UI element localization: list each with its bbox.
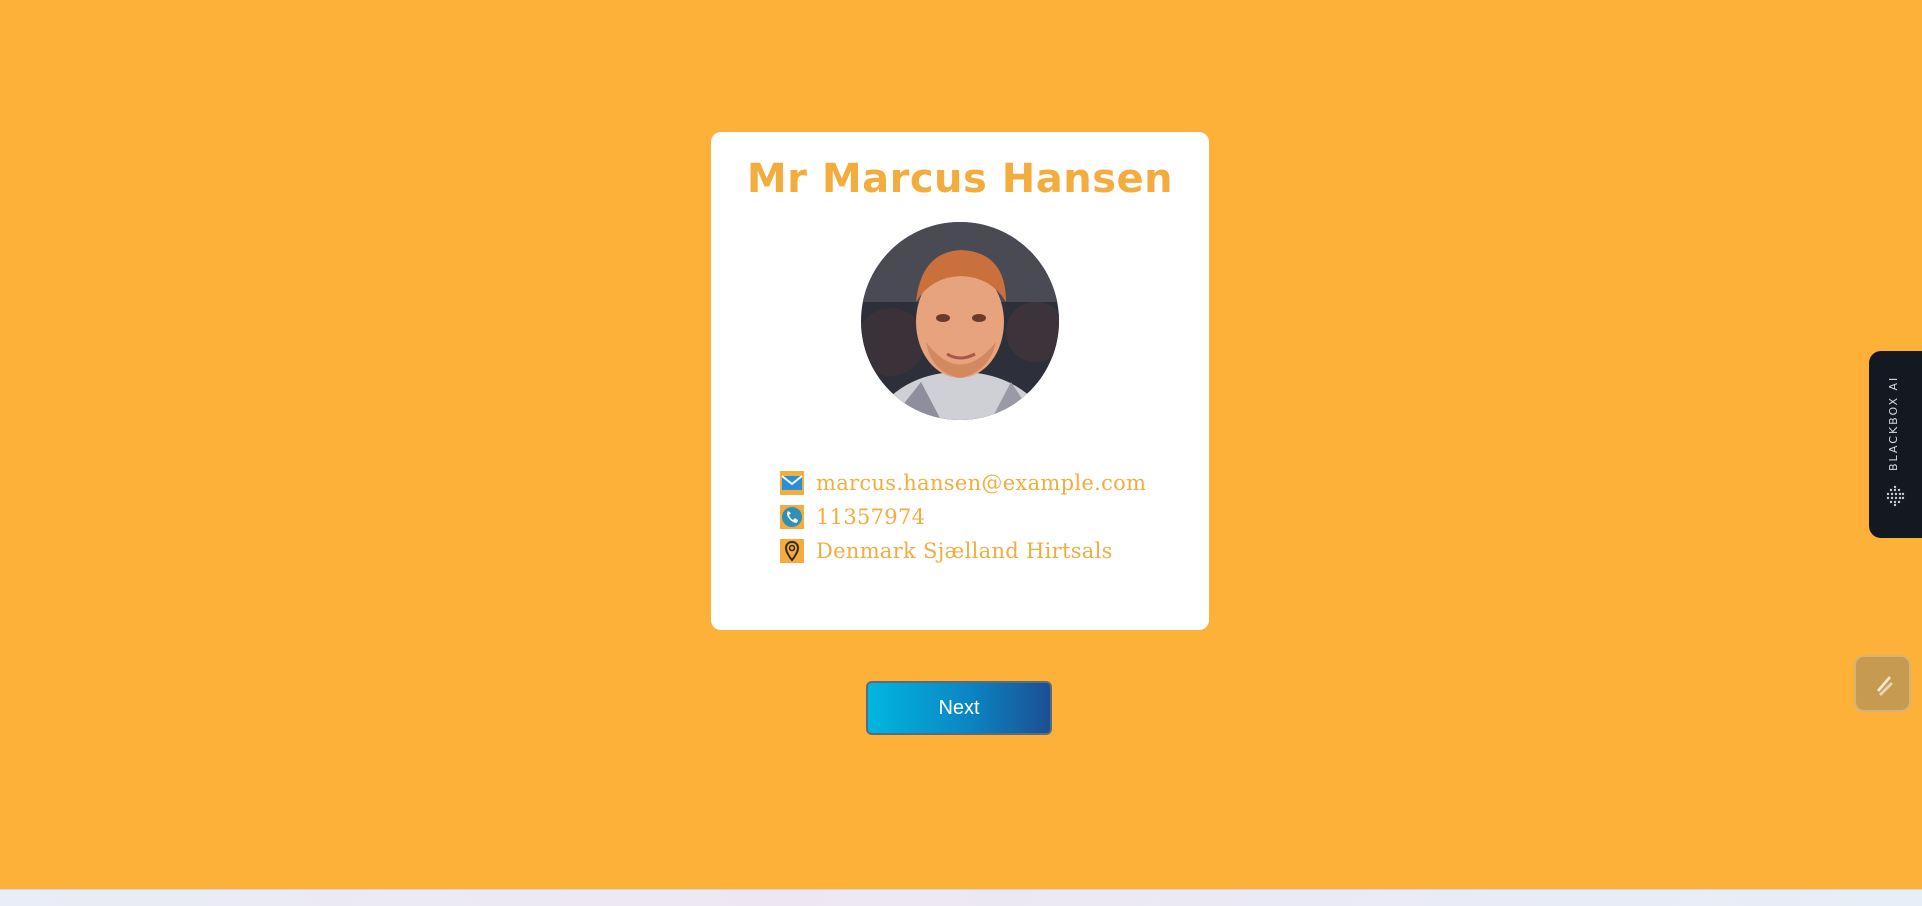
phone-icon: [780, 505, 804, 529]
avatar-photo: [861, 222, 1059, 420]
phone-row: 11357974: [780, 500, 1146, 534]
envelope-icon: [780, 471, 804, 495]
blackbox-side-tab[interactable]: BLACKBOX AI: [1869, 351, 1922, 538]
profile-name: Mr Marcus Hansen: [746, 156, 1174, 202]
profile-card: Mr Marcus Hansen marcus.hansen@example.c…: [711, 132, 1209, 630]
map-pin-icon: [780, 539, 804, 563]
floating-assistant-button[interactable]: [1854, 655, 1911, 712]
location-row: Denmark Sjælland Hirtsals: [780, 534, 1146, 568]
email-text: marcus.hansen@example.com: [816, 471, 1147, 495]
taskbar: [0, 889, 1922, 906]
avatar: [861, 222, 1059, 420]
location-text: Denmark Sjælland Hirtsals: [816, 539, 1113, 563]
side-tab-label: BLACKBOX AI: [1887, 375, 1900, 471]
phone-text: 11357974: [816, 505, 926, 529]
contact-info: marcus.hansen@example.com 11357974 Denma…: [780, 466, 1146, 568]
email-row: marcus.hansen@example.com: [780, 466, 1146, 500]
next-button[interactable]: Next: [866, 681, 1052, 735]
dots-logo-icon: [1886, 485, 1905, 507]
page: Mr Marcus Hansen marcus.hansen@example.c…: [0, 0, 1922, 906]
lightning-icon: [1876, 675, 1893, 696]
